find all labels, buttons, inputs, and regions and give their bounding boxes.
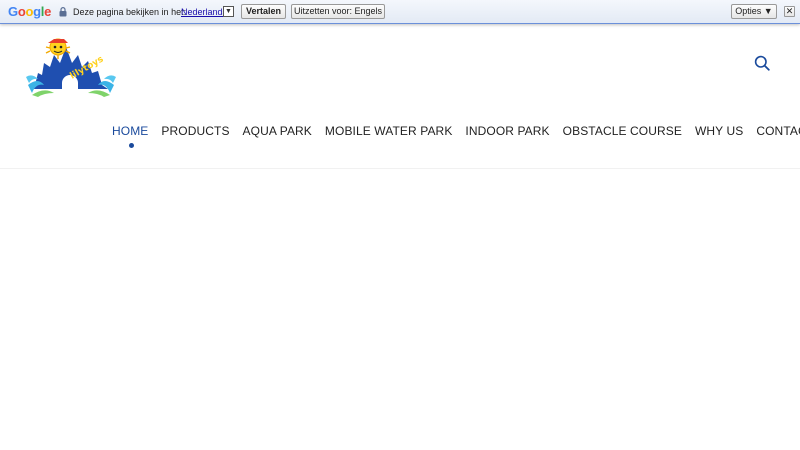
main-nav: HOME PRODUCTS AQUA PARK MOBILE WATER PAR… xyxy=(112,124,800,144)
lock-icon xyxy=(59,7,67,17)
options-button[interactable]: Opties ▼ xyxy=(731,4,777,19)
close-translate-bar-button[interactable]: ✕ xyxy=(784,6,795,17)
header-divider xyxy=(0,168,800,169)
nav-item-home[interactable]: HOME xyxy=(112,124,148,144)
language-dropdown-icon[interactable]: ▼ xyxy=(223,6,234,17)
language-link[interactable]: Nederlands xyxy=(181,7,227,17)
nav-item-indoor-park[interactable]: INDOOR PARK xyxy=(465,124,549,144)
search-icon[interactable] xyxy=(754,55,770,71)
nav-item-products[interactable]: PRODUCTS xyxy=(161,124,229,144)
site-logo[interactable]: lilytoys xyxy=(24,33,118,97)
nav-item-mobile-water-park[interactable]: MOBILE WATER PARK xyxy=(325,124,453,144)
google-logo: Google xyxy=(8,4,52,19)
active-nav-indicator xyxy=(129,143,134,148)
translate-button[interactable]: Vertalen xyxy=(241,4,286,19)
translate-prompt: Deze pagina bekijken in het: xyxy=(73,7,187,17)
disable-translate-button[interactable]: Uitzetten voor: Engels xyxy=(291,4,385,19)
translate-bar: Google Deze pagina bekijken in het: Nede… xyxy=(0,0,800,24)
nav-item-obstacle-course[interactable]: OBSTACLE COURSE xyxy=(563,124,682,144)
nav-item-contact-us[interactable]: CONTACT US xyxy=(756,124,800,144)
nav-item-aqua-park[interactable]: AQUA PARK xyxy=(243,124,312,144)
nav-item-why-us[interactable]: WHY US xyxy=(695,124,743,144)
